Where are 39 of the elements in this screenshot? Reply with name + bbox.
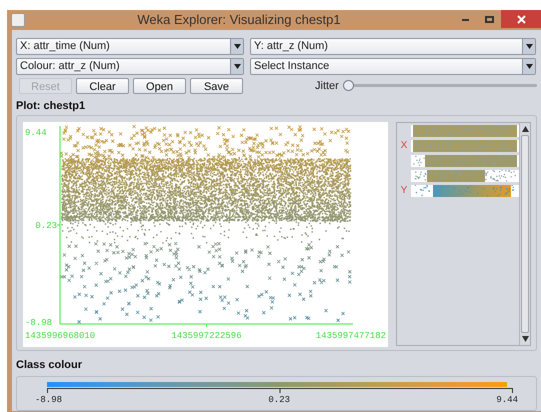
slider-thumb[interactable] (342, 80, 354, 92)
attribute-strip[interactable] (411, 185, 519, 197)
scrollbar[interactable] (519, 123, 530, 345)
axis-label: 9.44 (25, 128, 47, 138)
app-icon (11, 12, 25, 27)
axis-marker: Y (400, 185, 408, 197)
axis-label: -8.98 (25, 318, 52, 328)
attribute-strip[interactable] (411, 170, 519, 182)
axis-label: 1435996968010 (25, 331, 96, 341)
scroll-up-icon[interactable] (522, 126, 528, 132)
axis-label: 1435997222596 (171, 331, 242, 341)
plot-title: Plot: chestp1 (16, 100, 86, 113)
attribute-strip[interactable] (411, 140, 519, 152)
close-button[interactable] (501, 10, 541, 28)
dropdown[interactable]: Y: attr_z (Num) (250, 38, 536, 54)
dropdown-arrow-icon (234, 64, 240, 68)
dropdown-arrow-icon (526, 64, 532, 68)
scale-label: 0.23 (268, 394, 290, 406)
class-colour-title: Class colour (16, 358, 84, 373)
scale-label: 9.44 (496, 394, 518, 406)
window-title: Weka Explorer: Visualizing chestp1 (136, 11, 342, 29)
attribute-strip[interactable] (411, 155, 519, 167)
axis-label: 0.23 (35, 221, 57, 231)
jitter-slider[interactable] (342, 80, 537, 92)
dropdown-arrow-icon (234, 44, 240, 48)
close-icon (516, 14, 526, 24)
scale-label: -8.98 (35, 394, 62, 406)
toolbar-button[interactable]: Save (190, 78, 243, 94)
toolbar-button[interactable]: Clear (76, 78, 129, 94)
dropdown[interactable]: X: attr_time (Num) (16, 38, 244, 54)
dropdown[interactable]: Select Instance (250, 58, 536, 74)
scroll-thumb[interactable] (521, 135, 529, 333)
scroll-down-icon[interactable] (522, 336, 528, 342)
jitter-label: Jitter (315, 78, 339, 94)
dropdown-arrow-icon (526, 44, 532, 48)
axis-label: 1435997477182 (316, 331, 386, 341)
toolbar-button[interactable]: Open (133, 78, 186, 94)
axis-marker: X (400, 140, 408, 152)
dropdown[interactable]: Colour: attr_z (Num) (16, 58, 244, 74)
